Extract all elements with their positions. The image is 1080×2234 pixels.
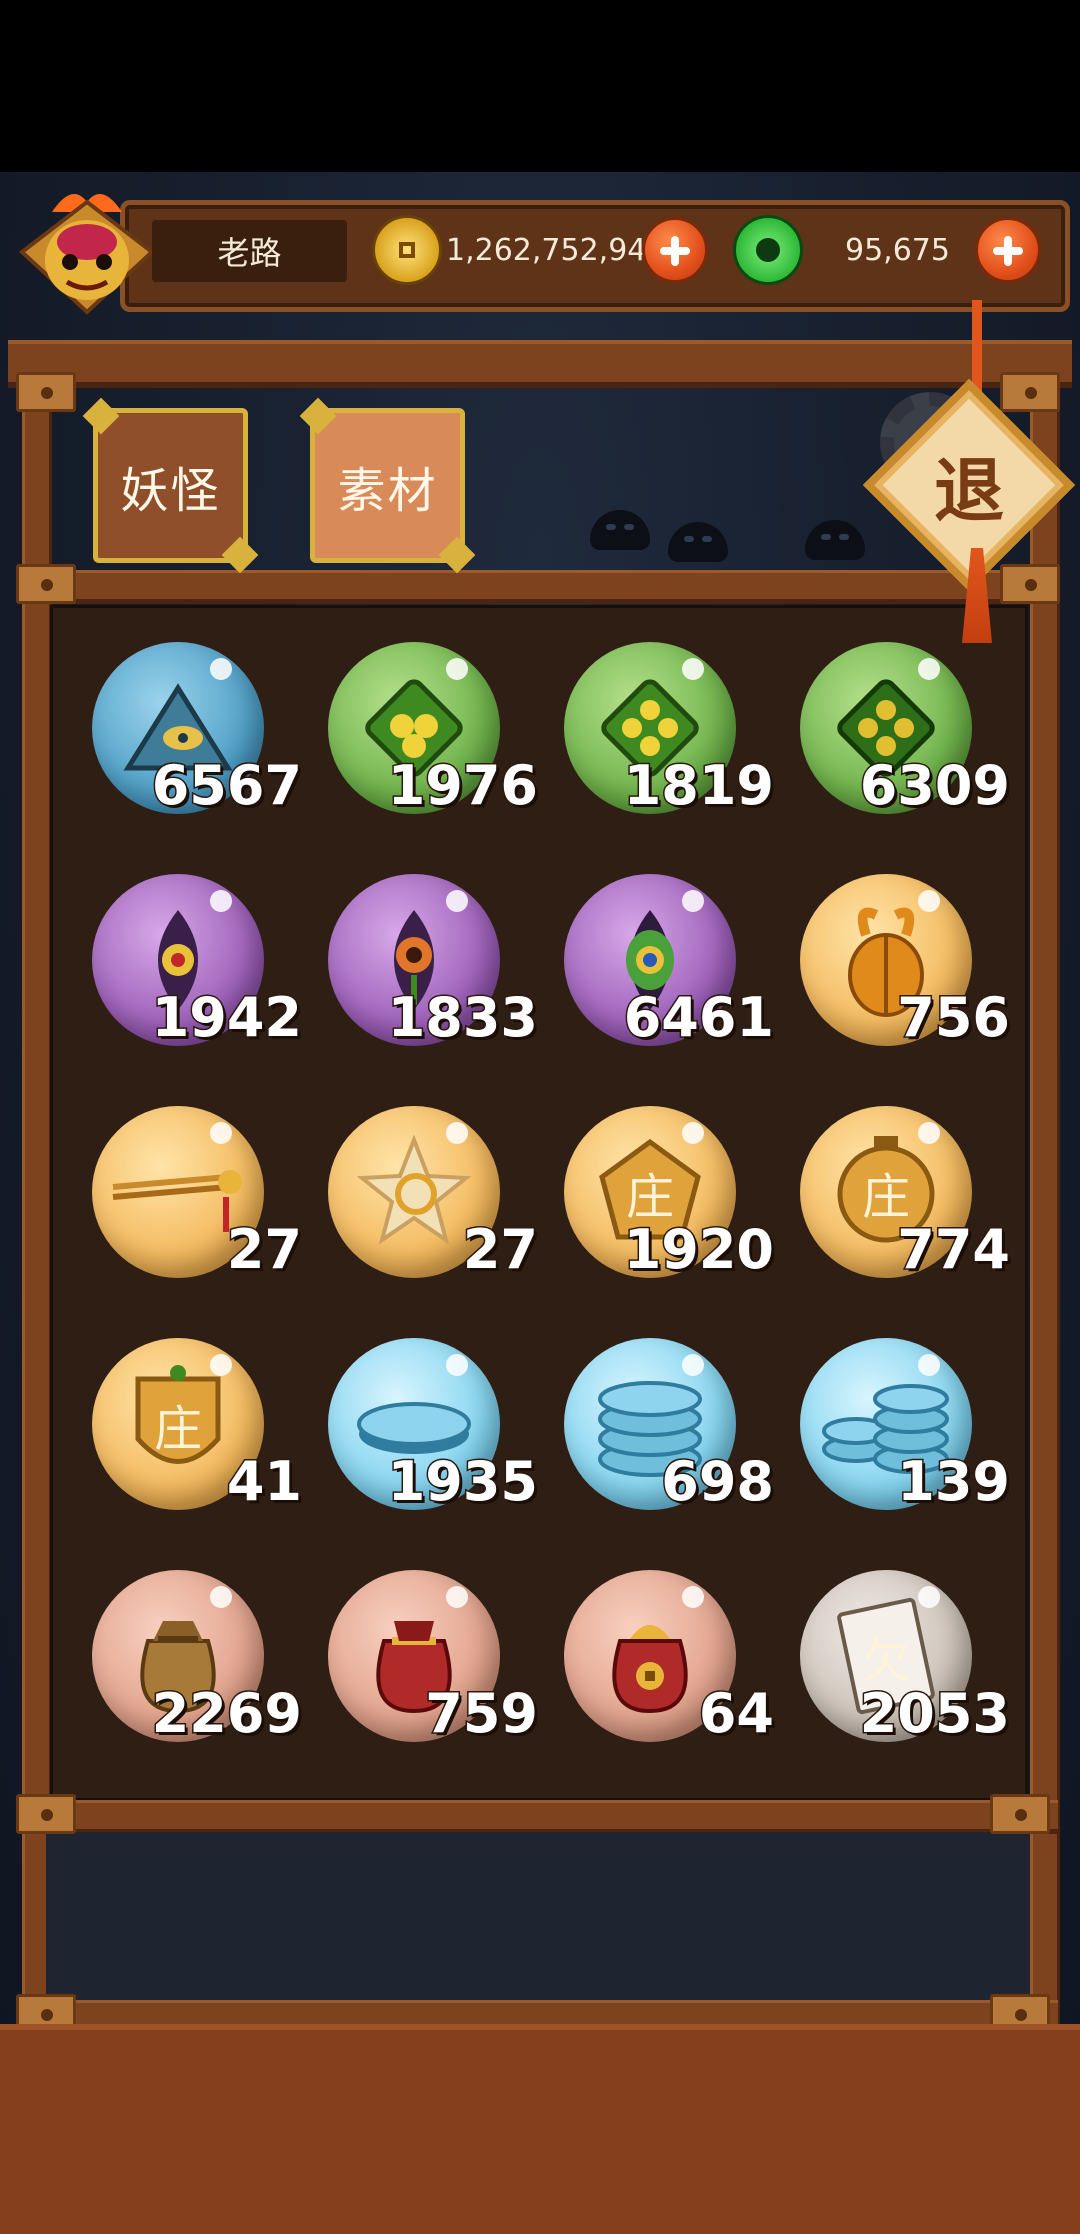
status-bar-area xyxy=(0,0,1080,172)
inventory-item[interactable]: 6461 xyxy=(542,864,778,1096)
item-count: 698 xyxy=(660,1449,776,1515)
item-count: 1819 xyxy=(622,753,775,819)
jade-icon xyxy=(733,215,803,285)
bracket xyxy=(1000,372,1060,412)
inventory-item[interactable]: 6567 xyxy=(70,632,306,864)
coin-amount: 1,262,752,947 xyxy=(446,232,666,268)
bracket xyxy=(1000,564,1060,604)
item-count: 139 xyxy=(896,1449,1012,1515)
item-count: 1942 xyxy=(150,985,303,1051)
item-count: 1935 xyxy=(386,1449,539,1515)
add-jade-button[interactable] xyxy=(975,217,1041,283)
cabinet-top-beam xyxy=(8,340,1072,388)
item-count: 774 xyxy=(896,1217,1012,1283)
bracket xyxy=(990,1794,1050,1834)
inventory-item[interactable]: 庄 1920 xyxy=(542,1096,778,1328)
item-count: 6461 xyxy=(622,985,775,1051)
item-count: 6309 xyxy=(858,753,1011,819)
player-name: 老路 xyxy=(152,220,347,282)
item-count: 27 xyxy=(461,1217,539,1283)
item-count: 27 xyxy=(225,1217,303,1283)
inventory-item[interactable]: 756 xyxy=(778,864,1014,1096)
item-count: 2053 xyxy=(858,1681,1011,1747)
gold-coin-icon xyxy=(372,215,442,285)
inventory-item[interactable]: 庄 774 xyxy=(778,1096,1014,1328)
bracket xyxy=(16,1794,76,1834)
shadow-critter xyxy=(805,520,865,560)
inventory-item[interactable]: 1819 xyxy=(542,632,778,864)
add-coins-button[interactable] xyxy=(642,217,708,283)
inventory-item[interactable]: 759 xyxy=(306,1560,542,1792)
shelf-beam xyxy=(22,570,1058,604)
item-count: 6567 xyxy=(150,753,303,819)
inventory-item[interactable]: 698 xyxy=(542,1328,778,1560)
cabinet-right-post xyxy=(1030,378,1060,2038)
inventory-item[interactable]: 1976 xyxy=(306,632,542,864)
item-count: 41 xyxy=(225,1449,303,1515)
cabinet-left-post xyxy=(22,378,52,2038)
inventory-item[interactable]: 1935 xyxy=(306,1328,542,1560)
inventory-item[interactable]: 欠 2053 xyxy=(778,1560,1014,1792)
inventory-item[interactable]: 64 xyxy=(542,1560,778,1792)
tab-monsters[interactable]: 妖怪 xyxy=(93,408,248,563)
item-count: 1920 xyxy=(622,1217,775,1283)
item-count: 756 xyxy=(896,985,1012,1051)
inventory-item[interactable]: 27 xyxy=(306,1096,542,1328)
item-count: 1976 xyxy=(386,753,539,819)
inventory-item[interactable]: 139 xyxy=(778,1328,1014,1560)
shadow-critter xyxy=(668,522,728,562)
inventory-item[interactable]: 2269 xyxy=(70,1560,306,1792)
shadow-critter xyxy=(590,510,650,550)
item-count: 2269 xyxy=(150,1681,303,1747)
item-count: 1833 xyxy=(386,985,539,1051)
inventory-item[interactable]: 27 xyxy=(70,1096,306,1328)
jade-amount: 95,675 xyxy=(845,232,950,268)
item-count: 759 xyxy=(424,1681,540,1747)
demon-mask-icon xyxy=(18,194,156,315)
player-avatar[interactable] xyxy=(12,182,162,322)
exit-label[interactable]: 退 xyxy=(894,410,1044,560)
bracket xyxy=(16,372,76,412)
lower-shelf xyxy=(46,1832,1030,2004)
inventory-item[interactable]: 1833 xyxy=(306,864,542,1096)
item-count: 64 xyxy=(697,1681,775,1747)
tab-materials[interactable]: 素材 xyxy=(310,408,465,563)
inventory-item[interactable]: 庄 41 xyxy=(70,1328,306,1560)
inventory-item[interactable]: 6309 xyxy=(778,632,1014,864)
inventory-item[interactable]: 1942 xyxy=(70,864,306,1096)
bottom-counter xyxy=(0,2024,1080,2234)
shelf-beam xyxy=(22,1800,1058,1834)
bracket xyxy=(16,564,76,604)
